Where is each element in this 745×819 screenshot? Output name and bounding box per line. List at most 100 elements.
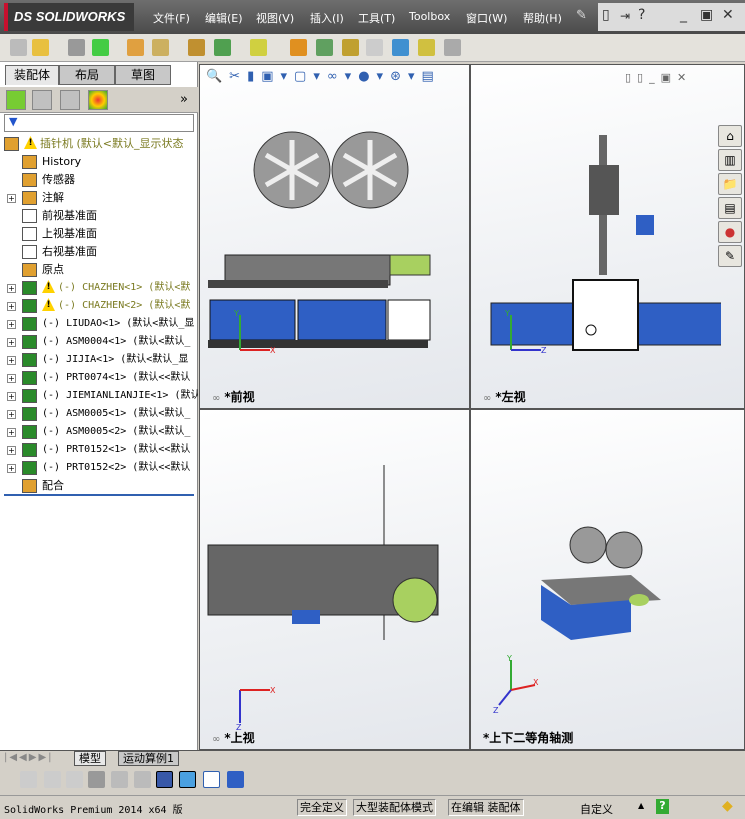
design-library-icon[interactable]: ▥ <box>718 149 742 171</box>
expand-icon[interactable]: + <box>7 428 16 437</box>
units-arrow-icon[interactable]: ▲ <box>638 801 644 810</box>
viewport-top[interactable]: XZ ∞ *上视 <box>199 409 470 750</box>
tree-item[interactable]: + (-) ASM0005<2> (默认<默认_ <box>0 423 198 441</box>
tree-item[interactable]: History <box>0 153 198 171</box>
view-cube-icon[interactable] <box>179 771 196 788</box>
pin-icon[interactable]: ✎ <box>576 8 587 23</box>
tab-scroll-arrows[interactable]: |◀◀▶▶| <box>4 752 54 763</box>
tab-layout[interactable]: 布局 <box>59 65 115 85</box>
interference-detection-icon[interactable] <box>392 39 409 56</box>
configuration-manager-icon[interactable] <box>60 90 80 110</box>
expand-icon[interactable]: + <box>7 374 16 383</box>
tab-motion-study[interactable]: 运动算例1 <box>118 751 179 766</box>
table-icon[interactable] <box>203 771 220 788</box>
property-manager-icon[interactable] <box>32 90 52 110</box>
mate-icon[interactable] <box>68 39 85 56</box>
toolbar-icon-1[interactable] <box>20 771 37 788</box>
tree-item[interactable]: + (-) PRT0152<1> (默认<<默认 <box>0 441 198 459</box>
toolbar-icon-2[interactable] <box>44 771 61 788</box>
solidworks-resources-icon[interactable]: ⌂ <box>718 125 742 147</box>
toolbar-icon-3[interactable] <box>66 771 83 788</box>
explode-line-icon[interactable] <box>366 39 383 56</box>
tree-item[interactable]: 原点 <box>0 261 198 279</box>
tab-model[interactable]: 模型 <box>74 751 106 766</box>
tag-icon[interactable]: ◆ <box>722 798 733 814</box>
tree-item[interactable]: + (-) ASM0005<1> (默认<默认_ <box>0 405 198 423</box>
tree-item[interactable]: + (-) ASM0004<1> (默认<默认_ <box>0 333 198 351</box>
tree-item[interactable]: + 注解 <box>0 189 198 207</box>
menu-insert[interactable]: 插入(I) <box>310 10 344 26</box>
expand-icon[interactable]: + <box>7 302 16 311</box>
viewport-left[interactable]: ▯▯_▣✕ YZ ∞ *左视 <box>470 64 745 409</box>
filter-field[interactable]: ▼ <box>4 114 194 132</box>
appearances-icon[interactable]: ● <box>718 221 742 243</box>
tree-item[interactable]: 上视基准面 <box>0 225 198 243</box>
expand-icon[interactable]: + <box>7 320 16 329</box>
expand-icon[interactable]: + <box>7 410 16 419</box>
tree-item[interactable]: + (-) PRT0074<1> (默认<<默认 <box>0 369 198 387</box>
feature-manager-icon[interactable] <box>6 90 26 110</box>
move-component-icon[interactable] <box>152 39 169 56</box>
large-assembly-icon[interactable] <box>444 39 461 56</box>
menu-view[interactable]: 视图(V) <box>256 10 294 26</box>
tree-item[interactable]: +! (-) CHAZHEN<2> (默认<默 <box>0 297 198 315</box>
insert-component-icon[interactable] <box>32 39 49 56</box>
viewport-isometric[interactable]: Y X Z *上下二等角轴测 <box>470 409 745 750</box>
compare-icon[interactable] <box>134 771 151 788</box>
tree-item[interactable]: 传感器 <box>0 171 198 189</box>
smart-fasteners-icon[interactable] <box>127 39 144 56</box>
menu-file[interactable]: 文件(F) <box>153 10 190 26</box>
tab-sketch[interactable]: 草图 <box>115 65 171 85</box>
new-motion-study-icon[interactable] <box>290 39 307 56</box>
expand-icon[interactable]: + <box>7 338 16 347</box>
list-icon[interactable] <box>88 771 105 788</box>
tree-item[interactable]: + (-) LIUDAO<1> (默认<默认_显 <box>0 315 198 333</box>
menu-edit[interactable]: 编辑(E) <box>205 10 243 26</box>
menu-tools[interactable]: 工具(T) <box>358 10 395 26</box>
assembly-features-icon[interactable] <box>214 39 231 56</box>
help-icon[interactable]: ? <box>638 7 645 23</box>
save-icon[interactable] <box>227 771 244 788</box>
menu-toolbox[interactable]: Toolbox <box>409 10 450 23</box>
exploded-view-icon[interactable] <box>342 39 359 56</box>
heads-up-view-toolbar[interactable]: 🔍✂▮▣▾▢▾∞▾●▾⊛▾▤ <box>206 69 466 87</box>
tree-item[interactable]: 配合 <box>0 477 198 495</box>
options-icon[interactable]: ⇥ <box>620 9 630 23</box>
solidworks-logo[interactable]: DS SOLIDWORKS <box>4 3 134 31</box>
file-explorer-icon[interactable]: 📁 <box>718 173 742 195</box>
bill-of-materials-icon[interactable] <box>316 39 333 56</box>
minimize-icon[interactable]: _ <box>680 7 687 23</box>
instant3d-icon[interactable] <box>418 39 435 56</box>
display-manager-icon[interactable] <box>88 90 108 110</box>
quick-tips-icon[interactable]: ? <box>656 799 669 814</box>
expand-icon[interactable]: + <box>7 284 16 293</box>
menu-help[interactable]: 帮助(H) <box>523 10 562 26</box>
expand-icon[interactable]: + <box>7 464 16 473</box>
viewport-controls[interactable]: ▯▯_▣✕ <box>625 71 692 84</box>
expand-icon[interactable]: + <box>7 446 16 455</box>
edit-component-icon[interactable] <box>10 39 27 56</box>
expand-icon[interactable]: + <box>7 194 16 203</box>
tree-item[interactable]: 右视基准面 <box>0 243 198 261</box>
tree-item[interactable]: + (-) JIJIA<1> (默认<默认_显 <box>0 351 198 369</box>
units-selector[interactable]: 自定义 <box>580 801 613 817</box>
grid-icon[interactable] <box>111 771 128 788</box>
new-document-icon[interactable]: ▯ <box>602 7 610 23</box>
expand-chevron-icon[interactable]: » <box>180 92 188 107</box>
expand-icon[interactable]: + <box>7 392 16 401</box>
custom-properties-icon[interactable]: ✎ <box>718 245 742 267</box>
tree-item[interactable]: +! (-) CHAZHEN<1> (默认<默 <box>0 279 198 297</box>
close-icon[interactable]: ✕ <box>722 7 734 23</box>
tree-item[interactable]: + (-) JIEMIANLIANJIE<1> (默认 <box>0 387 198 405</box>
tab-assembly[interactable]: 装配体 <box>5 65 59 85</box>
show-hidden-icon[interactable] <box>188 39 205 56</box>
reference-geometry-icon[interactable] <box>250 39 267 56</box>
tree-item[interactable]: ! 插针机 (默认<默认_显示状态 <box>0 135 198 153</box>
tree-item[interactable]: + (-) PRT0152<2> (默认<<默认 <box>0 459 198 477</box>
viewport-front[interactable]: 🔍✂▮▣▾▢▾∞▾●▾⊛▾▤ YX ∞ *前视 <box>199 64 470 409</box>
coordinate-system-icon[interactable] <box>156 771 173 788</box>
restore-icon[interactable]: ▣ <box>700 7 713 23</box>
linear-pattern-icon[interactable] <box>92 39 109 56</box>
tree-item[interactable]: 前视基准面 <box>0 207 198 225</box>
view-palette-icon[interactable]: ▤ <box>718 197 742 219</box>
